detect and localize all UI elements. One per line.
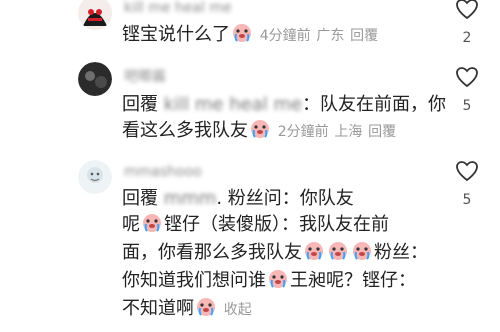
reply-prefix: 回覆	[122, 94, 158, 115]
comment-text-cont: 你知道我们想问谁 王昶呢？铿仔：	[122, 268, 416, 294]
crying-emoji-icon	[195, 297, 217, 317]
comment-username[interactable]: 吧唧酱	[124, 66, 166, 86]
comment-body: 铿仔（装傻版）：我队友在前	[164, 214, 389, 235]
comment-username[interactable]: mmashooo	[124, 164, 202, 180]
crying-emoji-icon	[351, 241, 373, 261]
comment-body: 不知道啊	[122, 298, 194, 319]
comment-text-cont: 看这么多我队友 2分鐘前 上海 回覆	[122, 118, 396, 145]
heart-icon	[456, 67, 478, 88]
comment-text-cont: 呢 铿仔（装傻版）：我队友在前	[122, 212, 389, 238]
comment-body: 看这么多我队友	[122, 120, 248, 141]
comment-time: 2分鐘前	[277, 124, 329, 140]
comment-body: 你知道我们想问谁	[122, 270, 266, 291]
reply-button[interactable]: 回覆	[368, 124, 396, 140]
comment-body: 面，你看那么多我队友	[122, 242, 302, 263]
reply-button[interactable]: 回覆	[350, 28, 378, 44]
reply-prefix: 回覆	[122, 188, 158, 209]
crying-emoji-icon	[141, 213, 163, 233]
comment-text-cont: 面，你看那么多我队友 粉丝：	[122, 240, 428, 266]
comment-body: 粉丝：	[374, 242, 428, 263]
crying-emoji-icon	[249, 119, 271, 139]
comment-text-cont: 不知道啊 收起	[122, 296, 252, 323]
comment-body: ：队友在前面，你	[302, 94, 447, 115]
comment-text: 回覆 kill me heal me：队友在前面，你	[122, 92, 446, 118]
like-button[interactable]: 5	[452, 160, 482, 208]
avatar[interactable]	[78, 0, 112, 30]
like-count: 2	[462, 30, 472, 46]
like-button[interactable]: 2	[452, 0, 482, 46]
reply-to-username[interactable]: mmm	[164, 186, 217, 212]
avatar[interactable]	[78, 62, 112, 96]
comment-text: 铿宝说什么了 4分鐘前 广东 回覆	[122, 22, 378, 49]
comment-body: . 粉丝问：你队友	[216, 188, 354, 209]
heart-icon	[456, 161, 478, 182]
comment-location: 上海	[334, 124, 363, 140]
comment-location: 广东	[316, 28, 345, 44]
comment-text: 回覆 mmm. 粉丝问：你队友	[122, 186, 354, 212]
comment-time: 4分鐘前	[259, 28, 311, 44]
like-button[interactable]: 5	[452, 66, 482, 114]
crying-emoji-icon	[267, 269, 289, 289]
reply-to-username[interactable]: kill me heal me	[164, 92, 302, 118]
like-count: 5	[462, 98, 472, 114]
comment-username[interactable]: kill me heal me	[124, 0, 232, 16]
avatar[interactable]	[78, 160, 112, 194]
comment-body: 铿宝说什么了	[122, 24, 230, 45]
crying-emoji-icon	[231, 23, 253, 43]
heart-icon	[456, 0, 478, 20]
comment-body: 王昶呢？铿仔：	[290, 270, 416, 291]
comment-body: 呢	[122, 214, 140, 235]
collapse-button[interactable]: 收起	[224, 302, 252, 318]
crying-emoji-icon	[303, 241, 325, 261]
like-count: 5	[462, 192, 472, 208]
crying-emoji-icon	[327, 241, 349, 261]
